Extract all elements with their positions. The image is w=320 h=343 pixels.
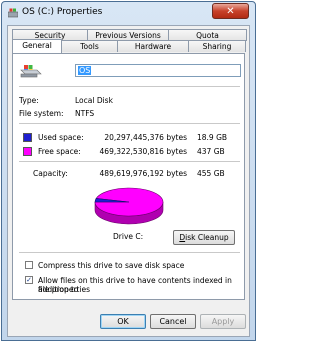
index-label-line2: file properties bbox=[38, 285, 91, 294]
type-label: Type: bbox=[19, 96, 39, 105]
type-value: Local Disk bbox=[75, 96, 113, 105]
ok-button[interactable]: OK bbox=[100, 314, 146, 329]
close-button[interactable]: ✕ bbox=[212, 3, 249, 19]
free-space-swatch bbox=[23, 147, 32, 156]
separator bbox=[19, 123, 240, 124]
drive-letter-label: Drive C: bbox=[113, 232, 144, 241]
drive-icon bbox=[8, 8, 18, 18]
compress-label: Compress this drive to save disk space bbox=[38, 261, 185, 270]
cancel-button[interactable]: Cancel bbox=[150, 314, 196, 329]
drive-name-value: OS bbox=[78, 66, 92, 75]
used-space-bytes: 20,297,445,376 bytes bbox=[104, 133, 187, 142]
separator bbox=[19, 252, 240, 253]
file-system-value: NTFS bbox=[75, 109, 95, 118]
tab-tools[interactable]: Tools bbox=[61, 40, 118, 52]
tab-row-bottom: General Tools Hardware Sharing bbox=[12, 39, 246, 53]
separator bbox=[19, 161, 240, 162]
capacity-bytes: 489,619,976,192 bytes bbox=[99, 169, 187, 178]
dialog-client-area: Security Previous Versions Quota General… bbox=[7, 25, 250, 337]
free-space-label: Free space: bbox=[38, 147, 81, 156]
disk-cleanup-label: isk Cleanup bbox=[185, 233, 229, 242]
drive-name-input[interactable]: OS bbox=[75, 64, 241, 77]
separator bbox=[19, 86, 240, 87]
tab-hardware[interactable]: Hardware bbox=[117, 40, 189, 52]
window-title: OS (C:) Properties bbox=[22, 7, 103, 17]
index-checkbox[interactable]: ✓ bbox=[25, 276, 33, 284]
compress-checkbox[interactable] bbox=[25, 261, 33, 269]
file-system-label: File system: bbox=[19, 109, 64, 118]
properties-window: OS (C:) Properties ✕ Security Previous V… bbox=[1, 1, 256, 341]
free-space-gb: 437 GB bbox=[197, 147, 225, 156]
used-space-swatch bbox=[23, 133, 32, 142]
apply-button[interactable]: Apply bbox=[200, 314, 246, 329]
used-space-label: Used space: bbox=[38, 133, 84, 142]
tab-general[interactable]: General bbox=[12, 39, 62, 53]
disk-cleanup-button[interactable]: Disk Cleanup bbox=[173, 230, 235, 245]
tab-sharing[interactable]: Sharing bbox=[188, 40, 246, 52]
used-space-gb: 18.9 GB bbox=[197, 133, 228, 142]
general-tab-panel: OS Type: Local Disk File system: NTFS Us… bbox=[12, 53, 245, 300]
capacity-label: Capacity: bbox=[33, 169, 68, 178]
disk-usage-pie-chart bbox=[94, 187, 164, 225]
title-bar[interactable]: OS (C:) Properties ✕ bbox=[2, 2, 255, 24]
capacity-gb: 455 GB bbox=[197, 169, 225, 178]
hard-drive-icon bbox=[20, 65, 42, 78]
free-space-bytes: 469,322,530,816 bytes bbox=[99, 147, 187, 156]
